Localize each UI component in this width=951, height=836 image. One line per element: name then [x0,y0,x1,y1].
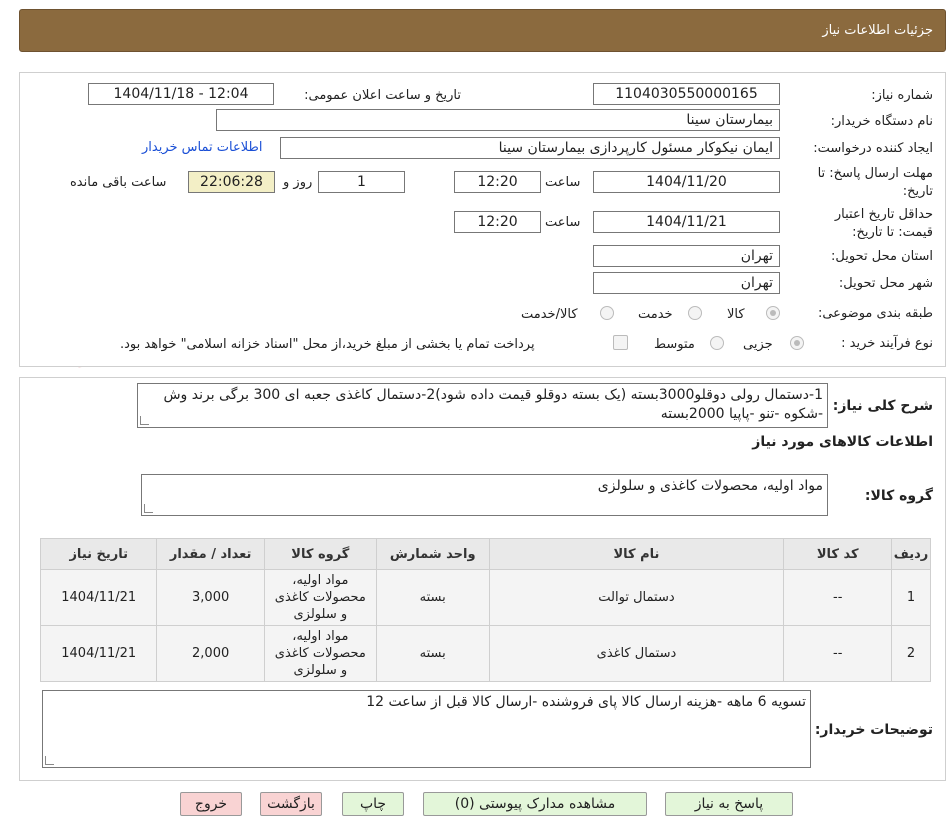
cell-unit: بسته [375,569,490,626]
reply-button[interactable]: پاسخ به نیاز [665,792,793,816]
category-option-goods: کالا [727,307,745,322]
col-row-header: ردیف [891,538,931,570]
province-field: تهران [593,245,780,267]
back-button[interactable]: بازگشت [260,792,322,816]
print-button[interactable]: چاپ [342,792,404,816]
col-group-header: گروه کالا [263,538,377,570]
items-table: ردیف کد کالا نام کالا واحد شمارش گروه کا… [39,538,931,682]
col-name-header: نام کالا [488,538,785,570]
table-header-row: ردیف کد کالا نام کالا واحد شمارش گروه کا… [39,538,931,570]
cell-row: 1 [891,569,931,626]
cell-date: 1404/11/21 [39,625,158,682]
category-radio-goods-service[interactable] [600,306,614,320]
days-label: روز و [283,175,313,190]
announce-datetime-field: 1404/11/18 - 12:04 [88,83,274,105]
col-date-header: تاریخ نیاز [39,538,158,570]
category-option-service: خدمت [638,307,673,322]
category-option-goods-service: کالا/خدمت [521,307,578,322]
cell-unit: بسته [375,625,490,682]
remaining-time-field: 22:06:28 [188,171,275,193]
buyer-notes-label: توضیحات خریدار: [814,722,933,738]
buyer-contact-link[interactable]: اطلاعات تماس خریدار [142,140,262,155]
cell-row: 2 [891,625,931,682]
cell-name: دستمال کاغذی [488,625,785,682]
cell-group: مواد اولیه، محصولات کاغذی و سلولزی [263,625,377,682]
need-number-label: شماره نیاز: [871,88,933,103]
goods-group-label: گروه کالا: [864,488,933,504]
buyer-notes-text: تسویه 6 ماهه -هزینه ارسال کالا پای فروشن… [366,694,806,710]
goods-group-textarea[interactable]: مواد اولیه، محصولات کاغذی و سلولزی [141,474,828,516]
process-radio-minor[interactable] [790,336,804,350]
resize-handle-icon[interactable] [45,756,54,765]
table-row: 1 -- دستمال توالت بسته مواد اولیه، محصول… [39,569,931,626]
buyer-notes-textarea[interactable]: تسویه 6 ماهه -هزینه ارسال کالا پای فروشن… [42,690,811,768]
validity-time-label: ساعت [545,215,581,230]
remaining-label: ساعت باقی مانده [70,175,167,190]
process-option-minor: جزیی [743,337,773,352]
city-field: تهران [593,272,780,294]
province-label: استان محل تحویل: [831,249,933,264]
cell-code: -- [783,625,893,682]
validity-date-field: 1404/11/21 [593,211,780,233]
deadline-label-1: مهلت ارسال پاسخ: تا [817,166,933,181]
cell-code: -- [783,569,893,626]
resize-handle-icon[interactable] [144,504,153,513]
cell-qty: 3,000 [156,569,265,626]
need-number-field: 1104030550000165 [593,83,780,105]
category-radio-goods[interactable] [766,306,780,320]
cell-date: 1404/11/21 [39,569,158,626]
goods-info-title: اطلاعات کالاهای مورد نیاز [752,434,933,450]
resize-handle-icon[interactable] [140,416,149,425]
validity-label-1: حداقل تاریخ اعتبار [834,207,933,222]
cell-qty: 2,000 [156,625,265,682]
goods-group-text: مواد اولیه، محصولات کاغذی و سلولزی [597,478,823,494]
validity-label-2: قیمت: تا تاریخ: [852,225,933,240]
summary-text: 1-دستمال رولی دوقلو3000بسته (یک بسته دوق… [163,387,823,422]
buyer-org-label: نام دستگاه خریدار: [830,114,933,129]
summary-label: شرح کلی نیاز: [832,398,933,414]
category-radio-service[interactable] [688,306,702,320]
col-unit-header: واحد شمارش [375,538,490,570]
col-qty-header: تعداد / مقدار [156,538,265,570]
city-label: شهر محل تحویل: [838,276,933,291]
creator-label: ایجاد کننده درخواست: [813,141,933,156]
attachments-button[interactable]: مشاهده مدارک پیوستی (0) [423,792,647,816]
treasury-note: پرداخت تمام یا بخشی از مبلغ خرید،از محل … [120,337,535,352]
announce-label: تاریخ و ساعت اعلان عمومی: [304,88,461,103]
days-field: 1 [318,171,405,193]
table-row: 2 -- دستمال کاغذی بسته مواد اولیه، محصول… [39,625,931,682]
treasury-checkbox[interactable] [613,335,628,350]
process-label: نوع فرآیند خرید : [841,336,933,351]
creator-field: ایمان نیکوکار مسئول کارپردازی بیمارستان … [280,137,780,159]
page-header: جزئیات اطلاعات نیاز [19,9,946,52]
cell-group: مواد اولیه، محصولات کاغذی و سلولزی [263,569,377,626]
exit-button[interactable]: خروج [180,792,242,816]
page-title: جزئیات اطلاعات نیاز [822,23,933,38]
process-radio-medium[interactable] [710,336,724,350]
deadline-label-2: تاریخ: [902,184,933,199]
col-code-header: کد کالا [783,538,893,570]
cell-name: دستمال توالت [488,569,785,626]
validity-time-field: 12:20 [454,211,541,233]
buyer-org-field: بیمارستان سینا [216,109,780,131]
deadline-date-field: 1404/11/20 [593,171,780,193]
process-option-medium: متوسط [654,337,695,352]
deadline-time-field: 12:20 [454,171,541,193]
summary-textarea[interactable]: 1-دستمال رولی دوقلو3000بسته (یک بسته دوق… [137,383,828,428]
category-label: طبقه بندی موضوعی: [817,306,933,321]
deadline-time-label: ساعت [545,175,581,190]
